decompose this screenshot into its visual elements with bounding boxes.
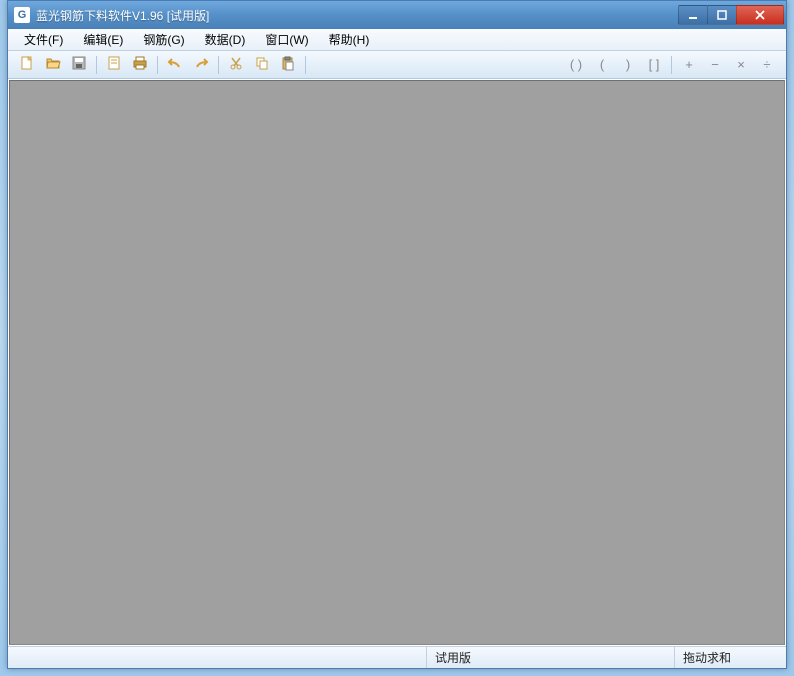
divide-button[interactable]: ÷ xyxy=(755,54,779,76)
undo-icon xyxy=(167,55,183,74)
paren-icon: ( ) xyxy=(566,57,586,72)
paste-icon xyxy=(280,55,296,74)
plus-icon: + xyxy=(679,57,699,72)
toolbar-separator xyxy=(305,56,306,74)
cut-button[interactable] xyxy=(224,54,248,76)
print-button[interactable] xyxy=(128,54,152,76)
new-file-icon xyxy=(19,55,35,74)
print-icon xyxy=(132,55,148,74)
times-icon: × xyxy=(731,57,751,72)
open-button[interactable] xyxy=(41,54,65,76)
cut-icon xyxy=(228,55,244,74)
menu-window[interactable]: 窗口(W) xyxy=(255,29,318,50)
minus-button[interactable]: − xyxy=(703,54,727,76)
workspace[interactable] xyxy=(9,80,785,645)
plus-button[interactable]: + xyxy=(677,54,701,76)
new-button[interactable] xyxy=(15,54,39,76)
toolbar-separator xyxy=(157,56,158,74)
paren-close-button[interactable]: ) xyxy=(616,54,640,76)
redo-icon xyxy=(193,55,209,74)
minus-icon: − xyxy=(705,57,725,72)
page-icon xyxy=(106,55,122,74)
menu-data[interactable]: 数据(D) xyxy=(195,29,256,50)
status-right: 拖动求和 xyxy=(674,647,786,668)
paste-button[interactable] xyxy=(276,54,300,76)
redo-button[interactable] xyxy=(189,54,213,76)
toolbar: ( ) ( ) [ ] + − × ÷ xyxy=(8,51,786,79)
window-controls xyxy=(679,5,784,25)
paren-close-icon: ) xyxy=(618,57,638,72)
menu-edit[interactable]: 编辑(E) xyxy=(73,29,133,50)
menu-file[interactable]: 文件(F) xyxy=(14,29,73,50)
times-button[interactable]: × xyxy=(729,54,753,76)
status-left xyxy=(8,647,426,668)
menubar: 文件(F) 编辑(E) 钢筋(G) 数据(D) 窗口(W) 帮助(H) xyxy=(8,29,786,51)
bracket-icon: [ ] xyxy=(644,57,664,72)
toolbar-separator xyxy=(96,56,97,74)
statusbar: 试用版 拖动求和 xyxy=(8,646,786,668)
save-button[interactable] xyxy=(67,54,91,76)
window-title: 蓝光钢筋下料软件V1.96 [试用版] xyxy=(36,7,679,24)
page-button[interactable] xyxy=(102,54,126,76)
close-button[interactable] xyxy=(736,5,784,25)
undo-button[interactable] xyxy=(163,54,187,76)
copy-icon xyxy=(254,55,270,74)
open-folder-icon xyxy=(45,55,61,74)
app-icon: G xyxy=(14,7,30,23)
titlebar[interactable]: G 蓝光钢筋下料软件V1.96 [试用版] xyxy=(8,1,786,29)
status-middle: 试用版 xyxy=(426,647,674,668)
main-window: G 蓝光钢筋下料软件V1.96 [试用版] 文件(F) 编辑(E) 钢筋(G) … xyxy=(7,0,787,669)
paren-open-button[interactable]: ( xyxy=(590,54,614,76)
maximize-button[interactable] xyxy=(707,5,737,25)
toolbar-separator xyxy=(218,56,219,74)
copy-button[interactable] xyxy=(250,54,274,76)
divide-icon: ÷ xyxy=(757,57,777,72)
toolbar-separator xyxy=(671,56,672,74)
menu-help[interactable]: 帮助(H) xyxy=(319,29,380,50)
paren-open-icon: ( xyxy=(592,57,612,72)
minimize-button[interactable] xyxy=(678,5,708,25)
paren-pair-button[interactable]: ( ) xyxy=(564,54,588,76)
save-icon xyxy=(71,55,87,74)
bracket-button[interactable]: [ ] xyxy=(642,54,666,76)
menu-rebar[interactable]: 钢筋(G) xyxy=(133,29,194,50)
